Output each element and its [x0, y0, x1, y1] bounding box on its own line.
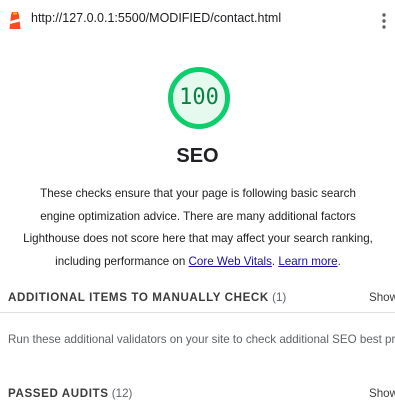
- learn-more-link[interactable]: Learn more: [278, 255, 337, 268]
- lighthouse-report: http://127.0.0.1:5500/MODIFIED/contact.h…: [0, 0, 395, 407]
- category-title: SEO: [176, 145, 219, 167]
- passed-audits-count: (12): [111, 387, 133, 400]
- lighthouse-icon: [9, 12, 21, 29]
- passed-audits-title: PASSED AUDITS: [8, 387, 109, 400]
- manual-checks-show-toggle[interactable]: Show: [369, 291, 395, 304]
- section-divider: [0, 312, 395, 313]
- manual-checks-header[interactable]: ADDITIONAL ITEMS TO MANUALLY CHECK (1): [8, 291, 395, 304]
- manual-checks-description: Run these additional validators on your …: [8, 333, 395, 346]
- vertical-ellipsis-icon[interactable]: [380, 12, 388, 30]
- manual-checks-count: (1): [272, 291, 287, 304]
- description-end: .: [337, 254, 341, 268]
- passed-audits-show-toggle[interactable]: Show: [369, 387, 395, 400]
- manual-checks-title: ADDITIONAL ITEMS TO MANUALLY CHECK: [8, 291, 269, 304]
- report-topbar: http://127.0.0.1:5500/MODIFIED/contact.h…: [0, 0, 395, 40]
- score-value: 100: [179, 85, 219, 110]
- passed-audits-header[interactable]: PASSED AUDITS (12): [8, 387, 395, 400]
- category-description: These checks ensure that your page is fo…: [22, 183, 374, 273]
- report-url: http://127.0.0.1:5500/MODIFIED/contact.h…: [31, 11, 282, 25]
- core-web-vitals-link[interactable]: Core Web Vitals: [189, 255, 272, 268]
